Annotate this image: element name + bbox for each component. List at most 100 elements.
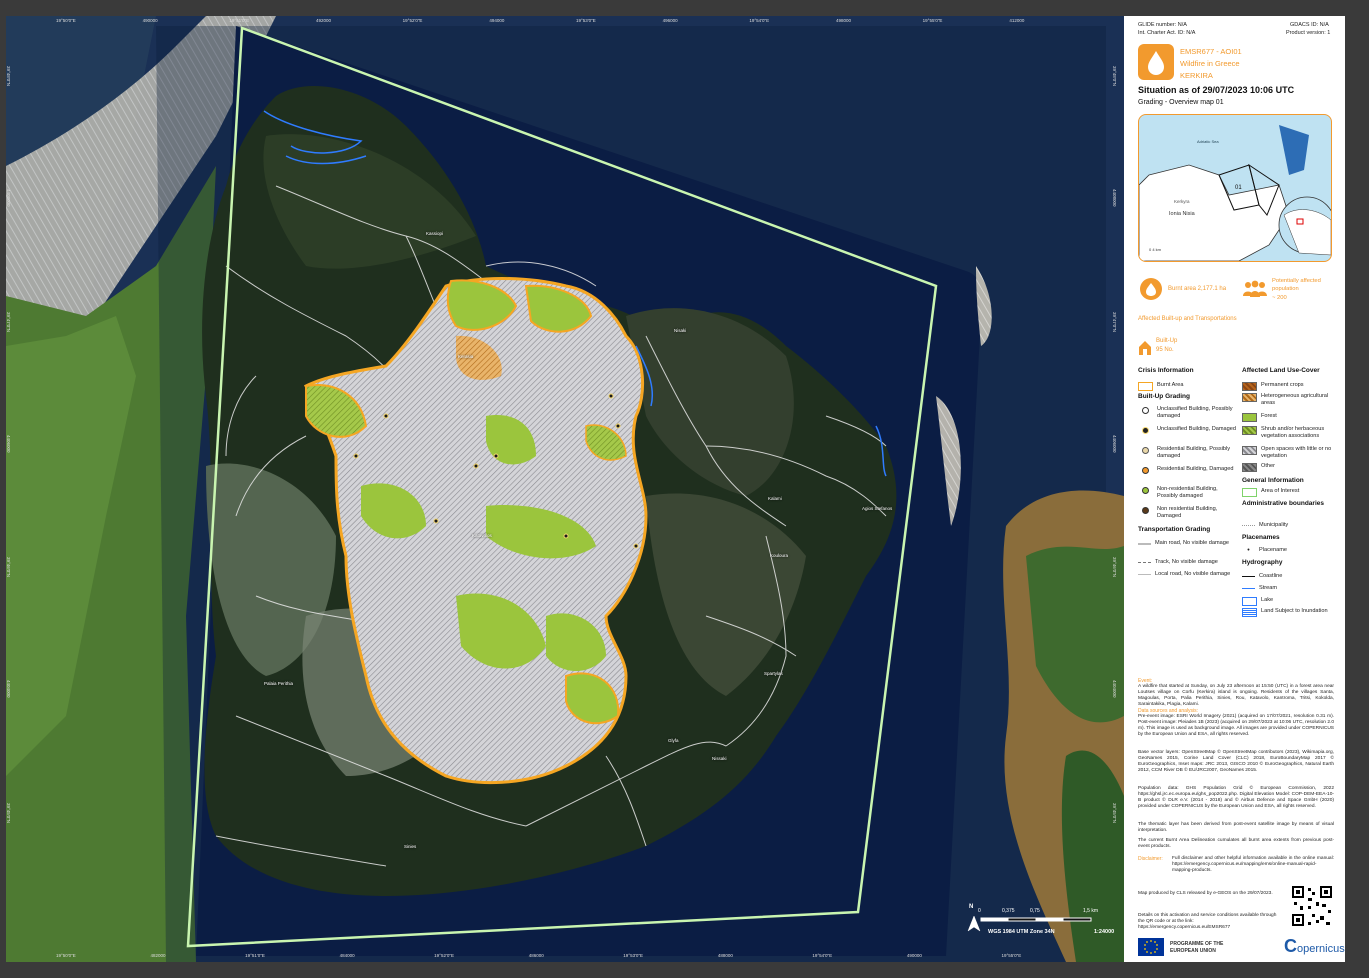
graticule-label: 4408000	[1112, 188, 1117, 207]
people-icon	[1242, 280, 1268, 298]
legend-coastline: Coastline	[1242, 573, 1342, 580]
inundation-label: Land Subject to Inundation	[1261, 608, 1328, 614]
map-sheet: Kassiopi Nisaki Kerasia Agios Stefanos Kalam…	[0, 0, 1369, 978]
graticule-label: 39°48'0"N	[6, 66, 11, 87]
graticule-label: 39°47'0"N	[6, 311, 11, 332]
main-road-label: Main road, No visible damage	[1155, 540, 1229, 546]
thematic-text: The thematic layer has been derived from…	[1138, 822, 1334, 833]
coastline-swatch	[1242, 576, 1255, 577]
lake-label: Lake	[1261, 597, 1274, 603]
graticule-label: 498000	[836, 18, 852, 23]
product-version: Product version: 1	[1286, 30, 1331, 36]
copernicus-logo: Copernicus	[1284, 936, 1345, 957]
gdacs-id: GDACS ID: N/A	[1290, 22, 1329, 28]
placename-label: Agios Stefanos	[862, 506, 893, 511]
scale-tick-0: 0	[978, 908, 981, 914]
burnt-label: Burnt Area	[1157, 382, 1184, 388]
scalebar	[980, 917, 1092, 922]
event-text: A wildfire that started at Sunday, on Ju…	[1138, 684, 1334, 707]
legend-stream: Stream	[1242, 585, 1342, 592]
legend-panel: GLIDE number: N/A GDACS ID: N/A Int. Cha…	[1124, 16, 1345, 962]
graticule-label: 4406000	[1112, 434, 1117, 453]
graticule-label: 4404000	[6, 680, 11, 698]
placenames-title: Placenames	[1242, 534, 1280, 541]
legend-landuse-1: Heterogeneous agricultural areas	[1242, 393, 1342, 407]
legend-landuse-3: Shrub and/or herbaceous vegetation assoc…	[1242, 426, 1342, 440]
landuse-swatch	[1242, 446, 1257, 455]
landuse-label: Forest	[1261, 413, 1277, 419]
glide-number: GLIDE number: N/A	[1138, 22, 1187, 28]
base-vector-text: Base vector layers: OpenStreetMap © Open…	[1138, 750, 1334, 773]
event-title: Wildfire in Greece	[1180, 59, 1240, 68]
landuse-swatch	[1242, 426, 1257, 435]
inset-sea-label: Adriatic Sea	[1197, 139, 1219, 144]
landuse-swatch	[1242, 463, 1257, 472]
municipality-swatch	[1242, 525, 1255, 526]
north-arrow-label: N	[969, 904, 974, 910]
placename-label: Kouloura	[770, 553, 789, 558]
stream-swatch	[1242, 588, 1255, 589]
scale-tick-2: 0,75	[1030, 908, 1040, 914]
legend-lake: Lake	[1242, 597, 1342, 606]
local-road-label: Local road, No visible damage	[1155, 571, 1231, 577]
landuse-label: Other	[1261, 463, 1275, 469]
graticule-label: 19°51'0"E	[229, 18, 250, 23]
map-view[interactable]: Kassiopi Nisaki Kerasia Agios Stefanos Kalam…	[6, 16, 1124, 962]
graticule-label: 19°53'0"E	[576, 18, 596, 23]
landuse-swatch	[1242, 393, 1257, 402]
legend-landuse-0: Permanent crops	[1242, 382, 1342, 391]
graticule-label: 4404000	[1112, 680, 1117, 698]
copernicus-logo-text: opernicus	[1297, 943, 1345, 955]
landuse-label: Open spaces with little or no vegetation	[1261, 446, 1332, 459]
placename-dot-icon: •	[1247, 547, 1250, 554]
builtup-label: Unclassified Building, Damaged	[1157, 426, 1236, 432]
building-dot-icon	[1142, 407, 1149, 414]
legend-builtup-5: Non residential Building, Damaged	[1138, 506, 1238, 520]
landuse-label: Shrub and/or herbaceous vegetation assoc…	[1261, 426, 1325, 439]
population-text: Population data: GHS Population Grid © E…	[1138, 786, 1334, 809]
builtup-grading-title: Built-Up Grading	[1138, 393, 1190, 400]
general-title: General Information	[1242, 477, 1304, 484]
graticule-label: 492000	[316, 18, 332, 23]
placename-label: Sinies	[404, 844, 417, 849]
admin-title: Administrative boundaries	[1242, 500, 1324, 507]
landuse-swatch	[1242, 382, 1257, 391]
graticule-label: 39°46'0"N	[1112, 557, 1117, 578]
details-text: Details on this activation and service c…	[1138, 913, 1277, 930]
graticule-label: 19°55'0"E	[922, 18, 943, 23]
graticule-label: 19°52'0"E	[434, 953, 454, 958]
inundation-swatch	[1242, 608, 1257, 617]
placename-label: Nisaki	[674, 328, 687, 333]
legend-builtup-4: Non-residential Building, Possibly damag…	[1138, 486, 1238, 500]
population-value: ~ 200	[1272, 295, 1287, 301]
graticule-label: 19°50'0"E	[56, 953, 76, 958]
graticule-label: 486000	[528, 953, 544, 958]
placename-label: Glyfa	[668, 738, 679, 743]
inset-city-label: Kerkyra	[1174, 199, 1190, 204]
inset-scale-label: 0 4 km	[1149, 247, 1162, 252]
qr-code-icon[interactable]	[1290, 884, 1334, 928]
copernicus-logo-c: C	[1284, 936, 1297, 956]
local-road-swatch	[1138, 574, 1151, 575]
legend-landuse-2: Forest	[1242, 413, 1342, 422]
graticule-label: 490000	[142, 18, 158, 23]
map-subtitle: Grading - Overview map 01	[1138, 99, 1224, 106]
graticule-label: 39°46'0"N	[6, 557, 11, 578]
graticule-label: 19°54'0"E	[812, 953, 833, 958]
builtup-label: Residential Building, Possibly damaged	[1157, 446, 1231, 459]
wildfire-icon	[1138, 44, 1174, 80]
graticule-label: 412000	[1009, 18, 1025, 23]
legend-landuse-4: Open spaces with little or no vegetation	[1242, 446, 1342, 460]
track-label: Track, No visible damage	[1155, 559, 1218, 565]
current-text: The current Burnt Area Delineation cumul…	[1138, 838, 1334, 849]
building-dot-icon	[1142, 507, 1149, 514]
graticule-label: 496000	[662, 18, 678, 23]
graticule-label: 482000	[150, 953, 166, 958]
legend-municipality: Municipality	[1242, 522, 1342, 529]
landuse-title: Affected Land Use-Cover	[1242, 367, 1320, 374]
builtup-label: Non residential Building, Damaged	[1157, 506, 1218, 519]
legend-main-road: Main road, No visible damage	[1138, 540, 1238, 547]
scale-tick-1: 0,375	[1002, 908, 1015, 914]
lake-swatch	[1242, 597, 1257, 606]
graticule-label: 19°54'0"E	[749, 18, 770, 23]
